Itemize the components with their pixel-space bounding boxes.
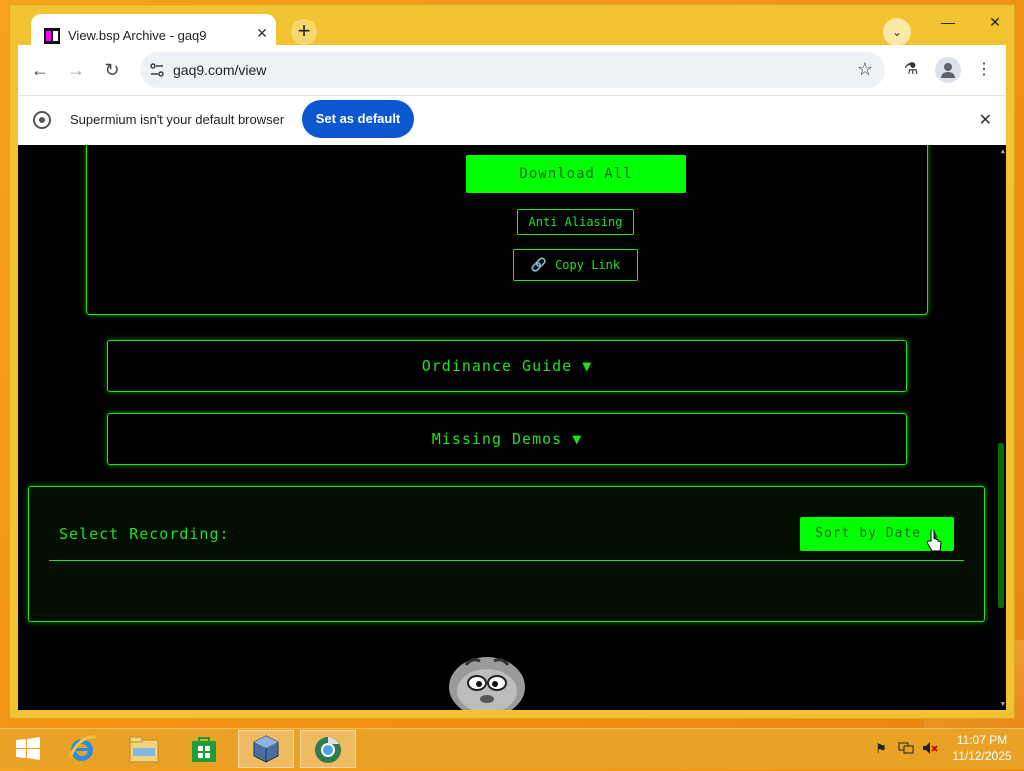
ordinance-guide-toggle[interactable]: Ordinance Guide ▼ xyxy=(107,340,907,392)
tab-search-chevron-icon[interactable]: ⌄ xyxy=(883,18,911,46)
scrollbar[interactable] xyxy=(997,145,1005,710)
link-icon: 🔗 xyxy=(530,258,548,273)
hand-cursor-icon xyxy=(926,530,942,552)
clock-date: 11/12/2025 xyxy=(952,749,1012,763)
tab-strip: View.bsp Archive - gaq9 ✕ + ⌄ — ✕ xyxy=(18,5,1014,50)
download-all-button[interactable]: Download All xyxy=(466,155,686,193)
browser-toolbar: ← → ↻ gaq9.com/view ☆ ⚗ ⋮ xyxy=(18,45,1006,95)
taskbar: ⚑ 11:07 PM 11/12/2025 xyxy=(0,728,1024,769)
virtualbox-icon xyxy=(253,735,279,763)
flag-icon[interactable]: ⚑ xyxy=(872,741,890,757)
new-tab-button[interactable]: + xyxy=(291,19,317,45)
tab-title: View.bsp Archive - gaq9 xyxy=(68,28,207,43)
start-icon xyxy=(16,737,40,760)
infobar-close-icon[interactable]: ✕ xyxy=(979,110,992,130)
forward-arrow-icon[interactable]: → xyxy=(64,58,88,82)
network-icon[interactable] xyxy=(897,741,915,757)
taskbar-file-explorer[interactable] xyxy=(116,730,172,768)
profile-avatar-icon[interactable] xyxy=(935,57,961,83)
browser-icon xyxy=(315,737,341,763)
recording-panel: Select Recording: Sort by Date ▲ xyxy=(28,486,985,622)
volume-muted-icon[interactable] xyxy=(921,741,939,757)
taskbar-browser[interactable] xyxy=(300,730,356,768)
copy-link-label: Copy Link xyxy=(555,258,621,272)
url-text: gaq9.com/view xyxy=(173,62,267,78)
labs-flask-icon[interactable]: ⚗ xyxy=(898,57,924,83)
select-recording-label: Select Recording: xyxy=(59,525,230,543)
anti-aliasing-button[interactable]: Anti Aliasing xyxy=(517,209,634,235)
mascot-icon xyxy=(449,657,525,710)
reload-icon[interactable]: ↻ xyxy=(100,58,124,82)
missing-demos-toggle[interactable]: Missing Demos ▼ xyxy=(107,413,907,465)
scroll-up-arrow-icon[interactable]: ▲ xyxy=(1001,147,1005,155)
file-explorer-icon xyxy=(129,736,159,763)
menu-kebab-icon[interactable]: ⋮ xyxy=(971,57,997,83)
taskbar-virtualbox[interactable] xyxy=(238,730,294,768)
address-bar[interactable]: gaq9.com/view ☆ xyxy=(140,52,885,88)
taskbar-clock[interactable]: 11:07 PM 11/12/2025 xyxy=(947,732,1017,764)
scrollbar-thumb[interactable] xyxy=(998,443,1004,608)
infobar-message: Supermium isn't your default browser xyxy=(70,112,285,127)
start-button[interactable] xyxy=(0,730,56,768)
scroll-down-arrow-icon[interactable]: ▼ xyxy=(1001,700,1005,708)
download-panel: Download All Anti Aliasing 🔗 Copy Link xyxy=(86,145,928,315)
close-window-button[interactable]: ✕ xyxy=(980,11,1010,33)
divider xyxy=(49,560,964,561)
site-favicon-icon xyxy=(44,28,60,44)
taskbar-internet-explorer[interactable] xyxy=(54,730,110,768)
store-icon xyxy=(192,737,216,762)
back-arrow-icon[interactable]: ← xyxy=(28,58,52,82)
copy-link-button[interactable]: 🔗 Copy Link xyxy=(513,249,638,281)
set-as-default-button[interactable]: Set as default xyxy=(302,100,414,138)
tab-close-icon[interactable]: ✕ xyxy=(254,25,270,41)
site-info-icon[interactable] xyxy=(149,62,165,78)
bookmark-star-icon[interactable]: ☆ xyxy=(857,59,873,80)
page-viewport: Download All Anti Aliasing 🔗 Copy Link Or… xyxy=(18,145,1006,710)
default-browser-infobar: Supermium isn't your default browser Set… xyxy=(18,95,1006,147)
maximize-button[interactable] xyxy=(944,11,974,33)
browser-logo-icon xyxy=(33,111,51,129)
taskbar-store[interactable] xyxy=(176,730,232,768)
ie-icon xyxy=(68,735,97,761)
clock-time: 11:07 PM xyxy=(956,733,1008,747)
browser-window: View.bsp Archive - gaq9 ✕ + ⌄ — ✕ ← → ↻ … xyxy=(10,5,1014,718)
